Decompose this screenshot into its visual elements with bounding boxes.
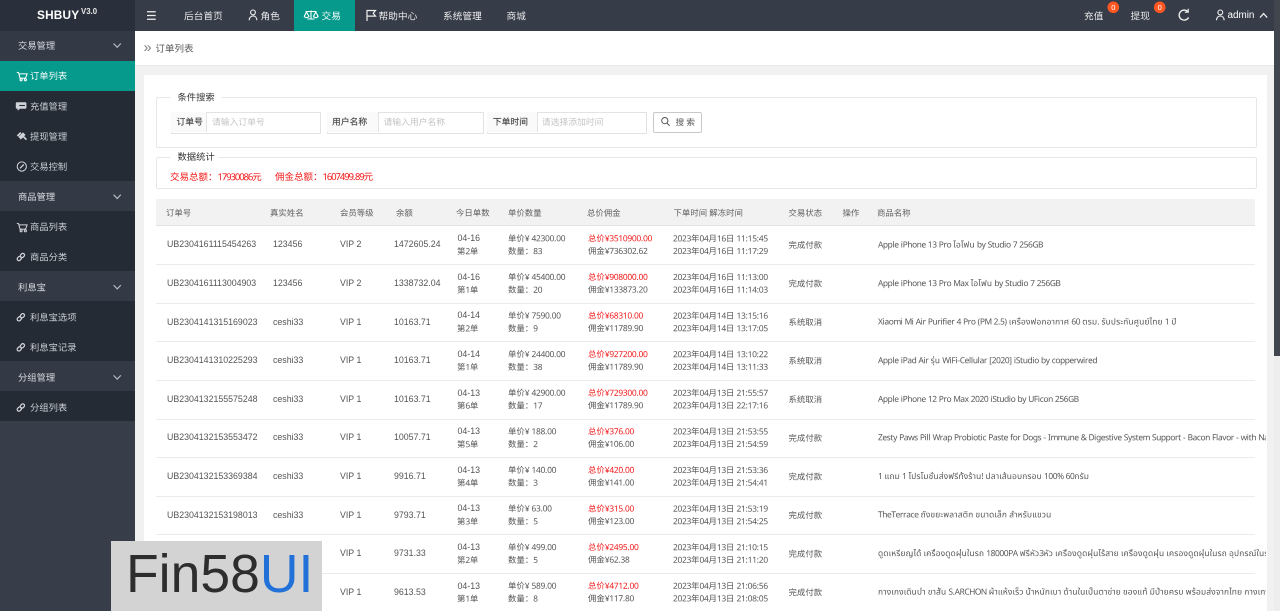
svg-text:0: 0 [1158, 3, 1162, 12]
svg-text:0: 0 [1111, 3, 1115, 12]
